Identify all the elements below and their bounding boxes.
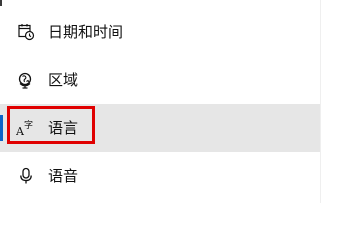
calendar-clock-icon: [16, 22, 36, 42]
nav-item-label: 语言: [48, 119, 79, 137]
selection-indicator: [0, 115, 3, 141]
language-icon: A 字: [16, 118, 36, 138]
svg-text:字: 字: [24, 119, 33, 131]
nav-item-label: 区域: [48, 71, 79, 89]
nav-item-speech[interactable]: 语音: [0, 152, 320, 200]
microphone-icon: [16, 166, 36, 186]
region-globe-icon: [16, 70, 36, 90]
nav-item-label: 日期和时间: [48, 23, 124, 41]
nav-item-date-time[interactable]: 日期和时间: [0, 8, 320, 56]
nav-item-region[interactable]: 区域: [0, 56, 320, 104]
settings-nav-list: 日期和时间 区域 A 字 语言 语音: [0, 0, 320, 203]
content-pane-edge: [320, 0, 342, 203]
nav-item-label: 语音: [48, 167, 79, 185]
nav-item-language[interactable]: A 字 语言: [0, 104, 320, 152]
